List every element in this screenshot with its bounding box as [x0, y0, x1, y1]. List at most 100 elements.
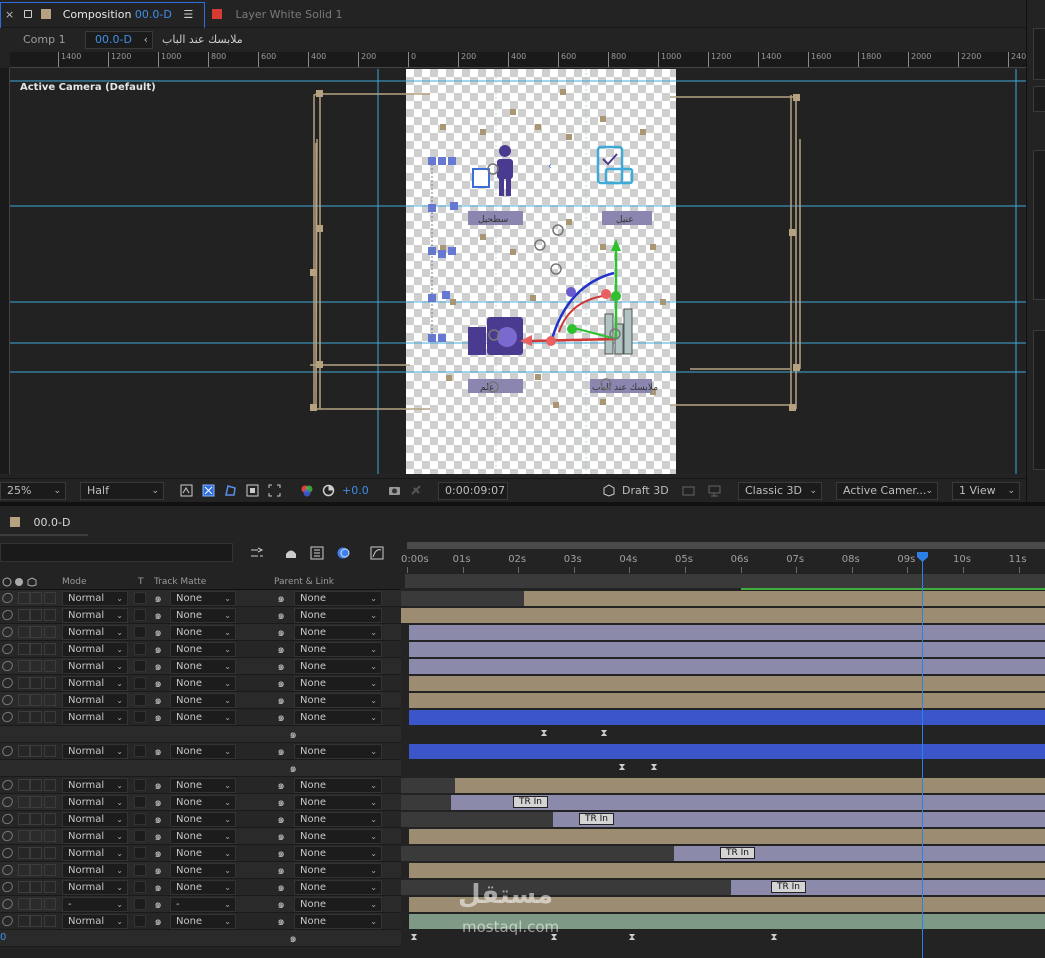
link-icon[interactable] [0, 777, 15, 793]
parent-pickwhip-icon[interactable]: ๑ [274, 744, 288, 758]
preserve-transparency-toggle[interactable] [134, 779, 146, 791]
layer-switch-box[interactable] [30, 592, 42, 604]
layer-duration-bar[interactable] [409, 829, 1045, 844]
track-matte-select[interactable]: - ⌄ [170, 897, 236, 912]
parent-pickwhip-icon[interactable]: ๑ [274, 642, 288, 656]
layer-switch-box[interactable] [30, 643, 42, 655]
layer-switch-box[interactable] [30, 694, 42, 706]
layer-switch-box[interactable] [18, 813, 30, 825]
layer-duration-bar[interactable] [409, 710, 1045, 725]
time-ruler[interactable]: 0:00s 01s 02s 03s 04s 05s 06s 07s 08s 09s 10s 11s [401, 542, 1045, 591]
track-matte-select[interactable]: None ⌄ [170, 812, 236, 827]
link-icon[interactable] [0, 845, 15, 861]
track-matte-select[interactable]: None ⌄ [170, 914, 236, 929]
link-icon[interactable] [0, 624, 15, 640]
parent-pickwhip-icon[interactable]: ๑ [274, 795, 288, 809]
layer-switch-box[interactable] [44, 592, 56, 604]
layer-switch-box[interactable] [30, 711, 42, 723]
layer-row[interactable]: Normal ⌄ ๑ None ⌄ ๑ None ⌄ [0, 641, 401, 658]
layer-switch-box[interactable] [18, 711, 30, 723]
graph-editor-icon[interactable] [370, 546, 384, 560]
parent-pickwhip-icon[interactable]: ๑ [274, 710, 288, 724]
layer-switch-box[interactable] [18, 677, 30, 689]
matte-pickwhip-icon[interactable]: ๑ [151, 914, 165, 928]
track-matte-select[interactable]: None ⌄ [170, 829, 236, 844]
matte-pickwhip-icon[interactable]: ๑ [151, 744, 165, 758]
frame-handles[interactable] [310, 90, 800, 411]
parent-select[interactable]: None ⌄ [294, 591, 382, 606]
blend-mode-select[interactable]: - ⌄ [62, 897, 128, 912]
matte-pickwhip-icon[interactable]: ๑ [151, 812, 165, 826]
link-icon[interactable] [0, 828, 15, 844]
layer-switch-box[interactable] [44, 660, 56, 672]
matte-pickwhip-icon[interactable]: ๑ [151, 795, 165, 809]
expression-pickwhip-icon[interactable]: ๑ [286, 761, 300, 775]
time-navigator[interactable] [405, 574, 1045, 588]
layer-row[interactable]: Normal ⌄ ๑ None ⌄ ๑ None ⌄ [0, 624, 401, 641]
preserve-transparency-toggle[interactable] [134, 626, 146, 638]
preserve-transparency-toggle[interactable] [134, 864, 146, 876]
layer-switch-box[interactable] [30, 847, 42, 859]
link-icon[interactable] [0, 641, 15, 657]
parent-pickwhip-icon[interactable]: ๑ [274, 846, 288, 860]
blend-mode-select[interactable]: Normal ⌄ [62, 693, 128, 708]
property-row[interactable]: ๑ [0, 760, 401, 777]
preserve-transparency-toggle[interactable] [134, 592, 146, 604]
keyframe-icon[interactable]: ⧗ [599, 729, 609, 739]
work-area-bar[interactable] [407, 542, 1045, 549]
layer-switch-box[interactable] [30, 830, 42, 842]
layer-switch-box[interactable] [44, 711, 56, 723]
extended-viewer-icon[interactable] [708, 484, 721, 497]
layer-row[interactable]: Normal ⌄ ๑ None ⌄ ๑ None ⌄ [0, 862, 401, 879]
matte-pickwhip-icon[interactable]: ๑ [151, 642, 165, 656]
matte-pickwhip-icon[interactable]: ๑ [151, 710, 165, 724]
track-matte-select[interactable]: None ⌄ [170, 676, 236, 691]
layer-switch-box[interactable] [30, 915, 42, 927]
renderer-select[interactable]: Classic 3D ⌄ [738, 482, 822, 500]
preserve-transparency-toggle[interactable] [134, 813, 146, 825]
breadcrumb-arabic-comp[interactable]: ملابسك عند الباب [162, 33, 243, 46]
comp-flowchart-icon[interactable] [250, 546, 264, 560]
layer-switch-box[interactable] [30, 626, 42, 638]
layer-duration-bar[interactable] [409, 625, 1045, 640]
preserve-transparency-toggle[interactable] [134, 643, 146, 655]
link-icon[interactable] [0, 675, 15, 691]
preserve-transparency-toggle[interactable] [134, 694, 146, 706]
track-matte-select[interactable]: None ⌄ [170, 846, 236, 861]
camera-view-select[interactable]: Active Camer... ⌄ [836, 482, 938, 500]
blend-mode-select[interactable]: Normal ⌄ [62, 914, 128, 929]
blend-mode-select[interactable]: Normal ⌄ [62, 778, 128, 793]
layer-switch-box[interactable] [18, 796, 30, 808]
draft-3d-label[interactable]: Draft 3D [622, 484, 669, 497]
preserve-transparency-toggle[interactable] [134, 609, 146, 621]
preserve-transparency-toggle[interactable] [134, 660, 146, 672]
layer-marker[interactable]: TR In [513, 796, 548, 808]
matte-pickwhip-icon[interactable]: ๑ [151, 846, 165, 860]
layer-row[interactable]: Normal ⌄ ๑ None ⌄ ๑ None ⌄ [0, 709, 401, 726]
magnification-select[interactable]: 25% ⌄ [0, 482, 66, 500]
parent-select[interactable]: None ⌄ [294, 863, 382, 878]
keyframe-icon[interactable]: ⧗ [617, 763, 627, 773]
layer-row[interactable]: Normal ⌄ ๑ None ⌄ ๑ None ⌄ [0, 692, 401, 709]
layer-switch-box[interactable] [44, 745, 56, 757]
layer-switch-box[interactable] [18, 881, 30, 893]
matte-pickwhip-icon[interactable]: ๑ [151, 897, 165, 911]
parent-select[interactable]: None ⌄ [294, 608, 382, 623]
parent-select[interactable]: None ⌄ [294, 693, 382, 708]
parent-select[interactable]: None ⌄ [294, 880, 382, 895]
track-matte-column-header[interactable]: Track Matte [154, 577, 206, 587]
parent-pickwhip-icon[interactable]: ๑ [274, 659, 288, 673]
layer-row[interactable]: Normal ⌄ ๑ None ⌄ ๑ None ⌄ [0, 675, 401, 692]
layer-switch-box[interactable] [44, 796, 56, 808]
transparency-grid-icon[interactable] [202, 484, 215, 497]
layer-marker[interactable]: TR In [720, 847, 755, 859]
mode-column-header[interactable]: Mode [62, 577, 87, 587]
parent-select[interactable]: None ⌄ [294, 710, 382, 725]
composition-viewer[interactable]: سطحيل عنيل علم ملابسك عند الباب ‹ Active… [10, 69, 1026, 474]
parent-pickwhip-icon[interactable]: ๑ [274, 829, 288, 843]
expression-pickwhip-icon[interactable]: ๑ [286, 931, 300, 945]
layer-switch-box[interactable] [18, 847, 30, 859]
preserve-transparency-toggle[interactable] [134, 915, 146, 927]
parent-pickwhip-icon[interactable]: ๑ [274, 693, 288, 707]
blend-mode-select[interactable]: Normal ⌄ [62, 625, 128, 640]
